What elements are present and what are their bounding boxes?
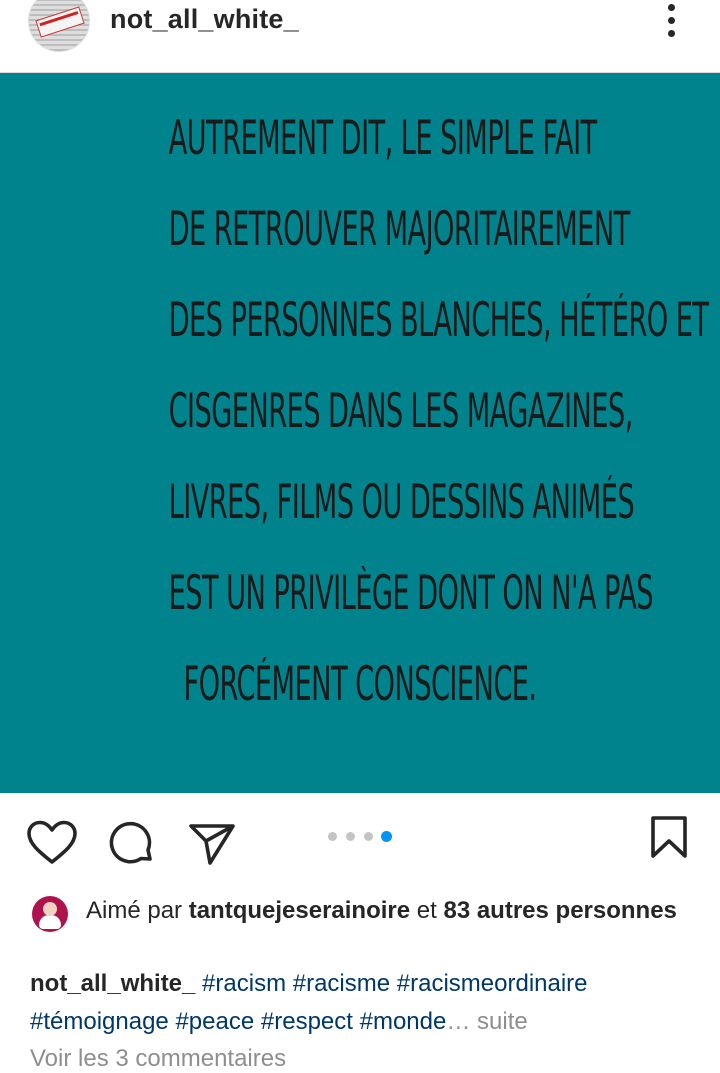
hashtag[interactable]: #peace bbox=[175, 1008, 254, 1035]
post-image[interactable]: Autrement dit, le simple fait de retrouv… bbox=[0, 72, 720, 793]
quote-line: Autrement dit, le simple fait bbox=[168, 111, 598, 166]
carousel-dot bbox=[346, 832, 355, 841]
quote-line: livres, films ou dessins animés bbox=[168, 475, 635, 530]
post-caption: not_all_white_ #racism #racisme #racisme… bbox=[30, 965, 700, 1041]
hashtag[interactable]: #respect bbox=[261, 1008, 353, 1035]
post-quote-text: Autrement dit, le simple fait de retrouv… bbox=[30, 111, 709, 748]
more-vertical-icon[interactable] bbox=[660, 4, 684, 38]
post-header: not_all_white_ bbox=[0, 0, 720, 72]
likes-others-count[interactable]: 83 autres personnes bbox=[443, 897, 676, 924]
carousel-dot bbox=[364, 832, 373, 841]
carousel-dot bbox=[328, 832, 337, 841]
carousel-dot-active bbox=[381, 831, 392, 842]
hashtag[interactable]: #racisme bbox=[293, 970, 390, 997]
caption-author[interactable]: not_all_white_ bbox=[30, 970, 195, 997]
post-action-bar bbox=[0, 792, 720, 882]
bookmark-icon[interactable] bbox=[650, 816, 688, 863]
view-comments-link[interactable]: Voir les 3 commentaires bbox=[30, 1045, 286, 1073]
hashtag[interactable]: #témoignage bbox=[30, 1008, 169, 1035]
comment-icon[interactable] bbox=[108, 820, 156, 873]
send-icon[interactable] bbox=[188, 822, 236, 871]
quote-line: des personnes blanches, hétéro et bbox=[168, 293, 709, 348]
author-avatar[interactable] bbox=[28, 0, 90, 52]
carousel-indicator bbox=[328, 831, 398, 844]
caption-more-link[interactable]: suite bbox=[477, 1008, 528, 1035]
quote-line: forcément conscience. bbox=[183, 657, 537, 712]
likes-text[interactable]: Aimé par tantquejeserainoire et 83 autre… bbox=[86, 894, 686, 927]
quote-line: cisgenres dans les magazines, bbox=[168, 384, 634, 439]
author-username[interactable]: not_all_white_ bbox=[110, 4, 299, 35]
hashtag[interactable]: #monde bbox=[360, 1008, 447, 1035]
liker-username[interactable]: tantquejeserainoire bbox=[189, 897, 410, 924]
quote-line: est un privilège dont on n'a pas bbox=[168, 566, 654, 621]
caption-ellipsis: … bbox=[446, 1008, 471, 1035]
hashtag[interactable]: #racismeordinaire bbox=[397, 970, 588, 997]
quote-line: de retrouver majoritairement bbox=[168, 202, 631, 257]
likes-middle: et bbox=[410, 897, 444, 924]
likes-prefix: Aimé par bbox=[86, 897, 189, 924]
liker-avatar[interactable] bbox=[32, 896, 68, 932]
hashtag[interactable]: #racism bbox=[202, 970, 286, 997]
heart-icon[interactable] bbox=[26, 820, 78, 871]
